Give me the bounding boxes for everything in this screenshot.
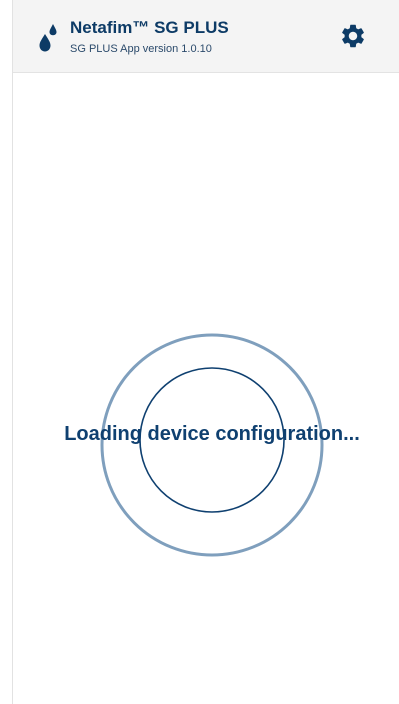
app-version-subtitle: SG PLUS App version 1.0.10: [70, 43, 212, 55]
loading-area: Loading device configuration...: [0, 72, 399, 704]
app-screen: Netafim™ SG PLUS SG PLUS App version 1.0…: [0, 0, 399, 704]
water-drops-icon: [39, 24, 57, 52]
loading-message: Loading device configuration...: [64, 423, 360, 445]
app-title: Netafim™ SG PLUS: [70, 18, 229, 37]
app-header: Netafim™ SG PLUS SG PLUS App version 1.0…: [13, 0, 399, 73]
gear-icon[interactable]: [339, 22, 367, 50]
